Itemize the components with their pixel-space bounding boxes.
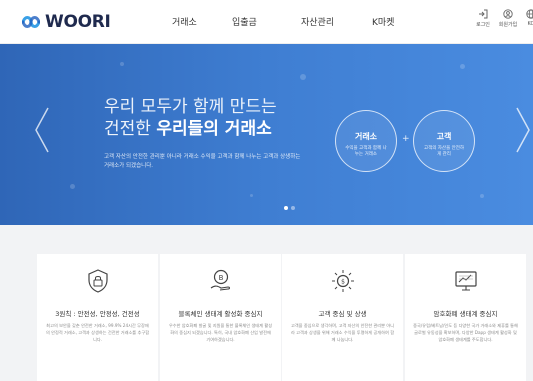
features-section: 3원칙 : 안전성, 안정성, 건전성 최고의 보안을 갖춘 안전한 거래소, …	[0, 225, 533, 381]
decor-dot	[250, 194, 253, 197]
header: WOORI 거래소 입출금 자산관리 K마켓 로그인 회원가입 KO	[0, 0, 533, 44]
hero-description: 고객 자산의 안전한 관리뿐 아니라 거래소 수익을 고객과 함께 나누는 고객…	[104, 154, 301, 169]
customer-circle-subtitle: 고객의 자산을 안전하게 관리	[423, 146, 465, 157]
svg-text:$: $	[341, 279, 345, 286]
svg-text:B: B	[218, 274, 223, 282]
pager-dot[interactable]	[291, 206, 295, 210]
feature-card-blockchain: B 블록체인 생태계 활성화 중심지 우수한 암호화폐 발굴 및 지원을 통한 …	[160, 254, 281, 381]
login-button[interactable]: 로그인	[470, 9, 496, 28]
language-button[interactable]: KO	[518, 9, 533, 27]
feature-title: 3원칙 : 안전성, 안정성, 건전성	[55, 310, 140, 318]
decor-dot	[70, 184, 75, 189]
signup-label: 회원가입	[498, 22, 518, 28]
feature-title: 고객 중심 및 상생	[318, 310, 367, 318]
hero-title-prefix: 건전한	[104, 119, 157, 139]
language-label: KO	[527, 21, 533, 27]
customer-center-icon: $	[331, 270, 354, 292]
feature-description: 중국/유럽/베트남/인도 등 다양한 국가 거래소와 제휴를 통해 글로벌 유동…	[413, 323, 518, 342]
feature-card-principles: 3원칙 : 안전성, 안정성, 건전성 최고의 보안을 갖춘 안전한 거래소, …	[37, 254, 158, 381]
feature-card-customer: $ 고객 중심 및 상생 고객을 중심으로 생각하며, 고객 자산의 안전한 관…	[282, 254, 403, 381]
decor-dot	[460, 64, 465, 69]
nav-item-assets[interactable]: 자산관리	[301, 15, 334, 28]
hero-title-line2: 건전한 우리들의 거래소	[104, 114, 272, 139]
hero-banner: 우리 모두가 함께 만드는 건전한 우리들의 거래소 고객 자산의 안전한 관리…	[0, 44, 533, 225]
logo[interactable]: WOORI	[22, 12, 111, 32]
prev-slide-arrow-icon[interactable]	[34, 106, 50, 154]
feature-title: 블록체인 생태계 활성화 중심지	[178, 310, 263, 318]
customer-circle-title: 고객	[436, 132, 452, 141]
feature-description: 우수한 암호화폐 발굴 및 지원을 통한 블록체인 생태계 활성화의 중심지 되…	[168, 323, 273, 342]
shield-lock-icon	[87, 269, 108, 293]
feature-card-ecosystem: 암호화폐 생태계 중심지 중국/유럽/베트남/인도 등 다양한 국가 거래소와 …	[405, 254, 526, 381]
exchange-circle: 거래소 수익을 고객과 함께 나누는 거래소	[335, 110, 397, 172]
user-icon	[503, 9, 513, 19]
exchange-circle-title: 거래소	[354, 132, 378, 141]
decor-dot	[480, 194, 484, 198]
next-slide-arrow-icon[interactable]	[515, 106, 531, 154]
logo-mark-icon	[22, 16, 40, 28]
coin-hand-icon: B	[210, 269, 230, 291]
hero-title-emphasis: 우리들의 거래소	[156, 119, 272, 139]
feature-description: 고객을 중심으로 생각하며, 고객 자산의 안전한 관리뿐 아니라 고객과 상생…	[290, 323, 395, 342]
customer-circle: 고객 고객의 자산을 안전하게 관리	[413, 110, 475, 172]
pager-dot-active[interactable]	[284, 206, 288, 210]
plus-sign: +	[402, 134, 410, 144]
login-icon	[479, 9, 488, 19]
decor-dot	[300, 74, 306, 80]
exchange-circle-subtitle: 수익을 고객과 함께 나누는 거래소	[345, 146, 387, 157]
nav-item-kmarket[interactable]: K마켓	[372, 15, 394, 28]
feature-title: 암호화폐 생태계 중심지	[433, 310, 498, 318]
monitor-chart-icon	[454, 271, 477, 291]
globe-icon	[526, 9, 533, 19]
feature-description: 최고의 보안을 갖춘 안전한 거래소, 99.9% 24시간 무장애의 안정적 …	[45, 323, 150, 342]
login-label: 로그인	[476, 22, 490, 28]
logo-text: WOORI	[45, 12, 111, 32]
decor-dot	[120, 62, 124, 66]
nav-item-exchange[interactable]: 거래소	[172, 15, 197, 28]
nav-item-deposit[interactable]: 입출금	[232, 15, 257, 28]
